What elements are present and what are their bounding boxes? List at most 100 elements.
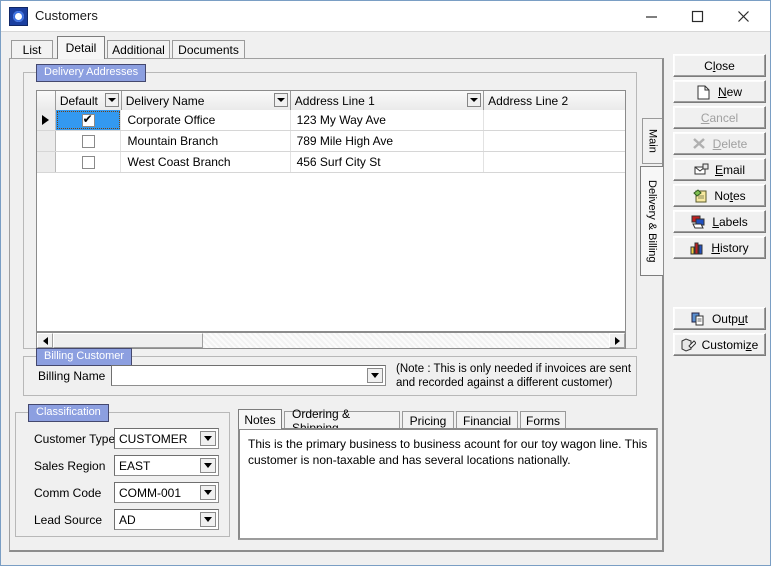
output-button[interactable]: Output <box>673 307 766 330</box>
billing-name-input[interactable] <box>111 365 386 386</box>
classification-label: Classification <box>28 404 109 422</box>
grid-header-delivery-name-label: Delivery Name <box>125 93 205 108</box>
row-default-cell[interactable] <box>56 131 122 151</box>
row-address-line-1: 456 Surf City St <box>291 152 485 172</box>
billing-name-label: Billing Name <box>38 369 106 383</box>
labels-button-label: Labels <box>712 214 748 229</box>
row-default-cell[interactable] <box>56 152 122 172</box>
notes-button[interactable]: Notes <box>673 184 766 207</box>
chevron-down-icon[interactable] <box>273 93 288 107</box>
page-icon <box>697 85 713 99</box>
scrollbar-track[interactable] <box>53 333 609 348</box>
customize-button[interactable]: Customize <box>673 333 766 356</box>
history-button-label: History <box>711 240 749 255</box>
customize-button-label: Customize <box>701 337 759 352</box>
checkbox-icon[interactable] <box>81 134 95 148</box>
cancel-button: Cancel <box>673 106 766 129</box>
tab-notes[interactable]: Notes <box>238 409 282 429</box>
new-button[interactable]: New <box>673 80 766 103</box>
grid-header-address-line-1[interactable]: Address Line 1 <box>290 91 485 110</box>
tab-forms[interactable]: Forms <box>520 411 566 429</box>
comm-code-select[interactable]: COMM-001 <box>114 482 219 503</box>
row-address-line-2 <box>484 131 625 151</box>
row-delivery-name: Mountain Branch <box>121 131 291 151</box>
row-default-cell[interactable] <box>55 110 122 130</box>
delivery-addresses-label: Delivery Addresses <box>36 64 147 82</box>
close-button-label: Close <box>704 58 735 73</box>
grid-header-row: Default Delivery Name Address Line 1 Add… <box>37 91 625 110</box>
scroll-left-icon[interactable] <box>37 333 53 348</box>
vtab-main[interactable]: Main <box>642 118 662 164</box>
sales-region-label: Sales Region <box>34 459 106 473</box>
checkbox-icon[interactable] <box>81 155 95 169</box>
comm-code-value: COMM-001 <box>119 485 182 500</box>
email-button[interactable]: Email <box>673 158 766 181</box>
table-row[interactable]: Mountain Branch 789 Mile High Ave <box>37 131 625 152</box>
maximize-icon[interactable] <box>675 1 720 31</box>
chevron-down-icon[interactable] <box>200 485 216 500</box>
customers-window: Customers List Detail Additional Documen… <box>0 0 771 566</box>
button-group-spacer <box>673 262 768 307</box>
customer-type-select[interactable]: CUSTOMER <box>114 428 219 449</box>
tab-list[interactable]: List <box>11 40 53 59</box>
table-row[interactable]: West Coast Branch 456 Surf City St <box>37 152 625 173</box>
lead-source-select[interactable]: AD <box>114 509 219 530</box>
vertical-tab-strip: Main Delivery & Billing <box>640 118 664 318</box>
grid-header-default-label: Default <box>59 93 98 108</box>
chevron-down-icon[interactable] <box>367 368 383 383</box>
row-selector[interactable] <box>37 131 56 151</box>
chevron-down-icon[interactable] <box>467 93 482 107</box>
chevron-down-icon[interactable] <box>200 431 216 446</box>
delivery-addresses-group: Delivery Addresses Default Delivery Name… <box>23 64 637 349</box>
notes-tab-group: Notes Ordering & Shipping Pricing Financ… <box>238 407 658 544</box>
main-tab-strip: List Detail Additional Documents <box>11 36 661 59</box>
tab-detail[interactable]: Detail <box>57 36 105 59</box>
envelope-icon <box>694 163 710 177</box>
output-button-label: Output <box>711 311 749 326</box>
chevron-down-icon[interactable] <box>104 93 119 107</box>
chevron-down-icon[interactable] <box>200 512 216 527</box>
grid-horizontal-scrollbar[interactable] <box>36 332 626 349</box>
tab-pricing[interactable]: Pricing <box>402 411 454 429</box>
scrollbar-thumb[interactable] <box>53 333 204 348</box>
notes-textarea[interactable]: This is the primary business to business… <box>238 428 658 540</box>
table-row[interactable]: Corporate Office 123 My Way Ave <box>37 110 625 131</box>
tab-additional[interactable]: Additional <box>107 40 170 59</box>
row-address-line-1: 123 My Way Ave <box>291 110 485 130</box>
scroll-right-icon[interactable] <box>609 333 625 348</box>
grid-header-default[interactable]: Default <box>55 91 122 110</box>
chevron-down-icon[interactable] <box>200 458 216 473</box>
history-button[interactable]: History <box>673 236 766 259</box>
grid-header-address-line-2[interactable]: Address Line 2 <box>484 91 625 110</box>
grid-header-delivery-name[interactable]: Delivery Name <box>121 91 291 110</box>
classification-group: Classification Customer Type CUSTOMER Sa… <box>15 404 230 537</box>
grid-header-address-line-2-label: Address Line 2 <box>488 93 569 108</box>
new-button-label: New <box>717 84 742 99</box>
sales-region-select[interactable]: EAST <box>114 455 219 476</box>
close-button[interactable]: Close <box>673 54 766 77</box>
lead-source-value: AD <box>119 512 136 527</box>
email-button-label: Email <box>714 162 746 177</box>
minimize-icon[interactable] <box>629 1 674 31</box>
row-selector[interactable] <box>37 152 56 172</box>
billing-customer-group: Billing Customer Billing Name (Note : Th… <box>23 348 637 396</box>
labels-button[interactable]: Labels <box>673 210 766 233</box>
close-icon[interactable] <box>721 1 766 31</box>
x-icon <box>692 137 708 151</box>
grid-header-selector <box>37 91 56 110</box>
row-delivery-name: Corporate Office <box>121 110 291 130</box>
lead-source-label: Lead Source <box>34 513 103 527</box>
checkbox-icon[interactable] <box>81 112 95 127</box>
tab-ordering-shipping[interactable]: Ordering & Shipping <box>284 407 400 435</box>
tab-financial[interactable]: Financial <box>456 411 518 429</box>
tab-documents[interactable]: Documents <box>172 40 245 59</box>
labels-icon <box>691 215 707 229</box>
action-button-column: Close New Cancel Delete Email Notes Labe… <box>673 54 768 359</box>
app-eye-icon <box>9 7 28 26</box>
notes-tab-strip: Notes Ordering & Shipping Pricing Financ… <box>238 407 658 435</box>
delivery-addresses-grid[interactable]: Default Delivery Name Address Line 1 Add… <box>36 90 626 332</box>
row-selector[interactable] <box>37 110 56 130</box>
billing-customer-label: Billing Customer <box>36 348 133 366</box>
vtab-delivery-billing[interactable]: Delivery & Billing <box>640 166 663 276</box>
customize-icon <box>681 337 697 352</box>
